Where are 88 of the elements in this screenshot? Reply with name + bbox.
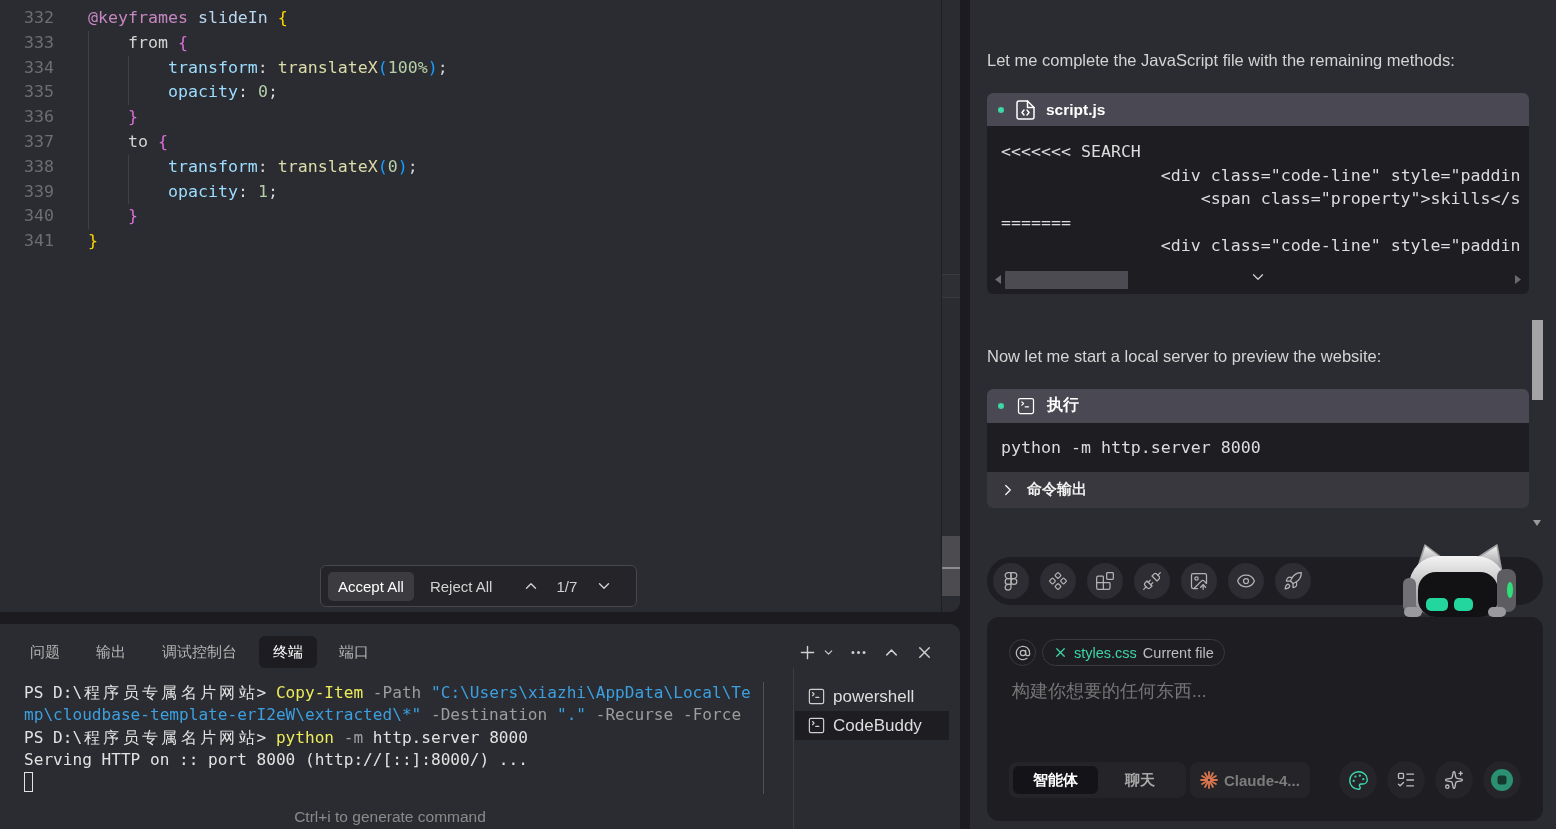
diamonds-icon xyxy=(1048,571,1068,591)
accept-all-button[interactable]: Accept All xyxy=(328,571,414,601)
image-upload-icon xyxy=(1189,571,1209,591)
terminal-line: PS D:\程序员专属名片网站> Copy-Item -Path "C:\Users\xiazhi\AppData\Local\Te xyxy=(24,682,751,704)
code-line: } xyxy=(127,106,138,129)
text-cursor-icon xyxy=(24,772,33,793)
line-number: 341 xyxy=(24,230,54,253)
status-dot-icon xyxy=(998,402,1004,409)
code-line: } xyxy=(88,230,98,253)
code-line: <div class="code-line" style="paddin xyxy=(1160,235,1521,257)
tool-button[interactable] xyxy=(1181,563,1217,599)
line-number: 337 xyxy=(24,131,54,153)
blocks-icon xyxy=(1095,571,1115,591)
change-counter: 1/7 xyxy=(556,577,578,595)
code-line: <span class="property">skills</s xyxy=(1200,188,1521,210)
code-line: transform: translateX(100%); xyxy=(167,56,448,79)
plug-icon xyxy=(1142,571,1162,591)
task-list-button[interactable] xyxy=(1387,761,1425,799)
line-number: 333 xyxy=(24,31,54,54)
chip-file-name: styles.css xyxy=(1074,644,1137,661)
terminal-hint: Ctrl+i to generate command xyxy=(294,807,486,827)
code-line: from { xyxy=(127,31,188,54)
panel-tab[interactable]: 问题 xyxy=(16,636,74,668)
chat-message: Now let me start a local server to preview the website: xyxy=(987,345,1382,367)
stop-icon xyxy=(1491,769,1513,791)
chat-message: Let me complete the JavaScript file with the remaining methods: xyxy=(987,50,1455,71)
code-line: ======= xyxy=(1001,211,1071,234)
file-code-icon xyxy=(1016,99,1035,120)
tool-button[interactable] xyxy=(1275,563,1311,599)
code-line: opacity: 1; xyxy=(167,180,278,203)
tool-button[interactable] xyxy=(1134,563,1170,599)
sparkle-button[interactable] xyxy=(1435,761,1473,799)
terminal-icon xyxy=(1016,395,1036,416)
line-number: 336 xyxy=(24,106,54,129)
panel-tab[interactable]: 调试控制台 xyxy=(148,636,251,668)
terminal-icon xyxy=(807,687,826,706)
terminal-line: mp\cloudbase-template-erI2eW\extracted\*" -Destination "." -Recurse -Force xyxy=(24,704,742,727)
reject-all-button[interactable]: Reject All xyxy=(419,571,503,601)
palette-icon xyxy=(1347,769,1369,791)
sparkles-icon xyxy=(1444,770,1464,790)
file-name: script.js xyxy=(1046,100,1106,119)
close-icon[interactable] xyxy=(1053,645,1068,660)
code-line: to { xyxy=(127,131,168,153)
status-dot-icon xyxy=(998,106,1004,113)
line-number: 332 xyxy=(24,7,54,29)
stop-button[interactable] xyxy=(1483,761,1521,799)
model-selector[interactable]: Claude-4... xyxy=(1190,762,1310,798)
scroll-right-icon[interactable] xyxy=(1515,275,1521,284)
panel-tab[interactable]: 输出 xyxy=(82,636,140,668)
scrollbar-thumb[interactable] xyxy=(1531,320,1543,400)
palette-button[interactable] xyxy=(1339,761,1377,799)
line-number: 335 xyxy=(24,81,54,104)
tool-button[interactable] xyxy=(993,563,1029,599)
code-line: <<<<<<< SEARCH xyxy=(1001,141,1141,163)
code-line: opacity: 0; xyxy=(167,81,278,104)
scrollbar-thumb[interactable] xyxy=(1005,270,1128,289)
line-number: 334 xyxy=(24,56,54,79)
command-line: python -m http.server 8000 xyxy=(1000,436,1262,459)
chip-note: Current file xyxy=(1142,644,1214,661)
panel-tab[interactable]: 端口 xyxy=(325,636,383,668)
mode-tab[interactable]: 聊天 xyxy=(1097,766,1182,794)
tool-button[interactable] xyxy=(1087,563,1123,599)
message-input[interactable]: 构建你想要的任何东西... xyxy=(1009,679,1521,762)
tool-button[interactable] xyxy=(1228,563,1264,599)
line-number: 338 xyxy=(24,155,54,178)
output-toggle[interactable]: 命令输出 xyxy=(987,471,1529,508)
code-line: } xyxy=(127,205,138,228)
terminal-session-item[interactable]: CodeBuddy xyxy=(795,711,949,740)
code-line: <div class="code-line" style="paddin xyxy=(1160,164,1521,187)
card-title: 执行 xyxy=(1047,395,1079,415)
mode-tab[interactable]: 智能体 xyxy=(1013,766,1098,794)
line-number: 340 xyxy=(24,205,54,228)
code-line: @keyframes slideIn { xyxy=(88,7,288,29)
terminal-session-item[interactable]: powershell xyxy=(795,682,949,711)
scroll-left-icon[interactable] xyxy=(995,275,1001,284)
terminal-line: Serving HTTP on :: port 8000 (http://[::]:8000/) ... xyxy=(24,748,528,771)
terminal-icon xyxy=(807,716,826,735)
scroll-down-icon[interactable] xyxy=(1533,520,1541,526)
terminal-line: PS D:\程序员专属名片网站> python -m http.server 8000 xyxy=(24,726,528,749)
composer-field[interactable]: styles.css Current file 构建你想要的任何东西... 智能体 聊天 Claude-4... xyxy=(987,617,1543,821)
tool-button[interactable] xyxy=(1040,563,1076,599)
scrollbar-thumb[interactable] xyxy=(942,536,960,596)
at-sign-icon xyxy=(1014,644,1031,661)
code-line: transform: translateX(0); xyxy=(167,155,418,178)
rocket-icon xyxy=(1283,571,1303,591)
panel-tab[interactable]: 终端 xyxy=(259,636,317,668)
starburst-icon xyxy=(1200,771,1218,789)
line-number: 339 xyxy=(24,180,54,203)
